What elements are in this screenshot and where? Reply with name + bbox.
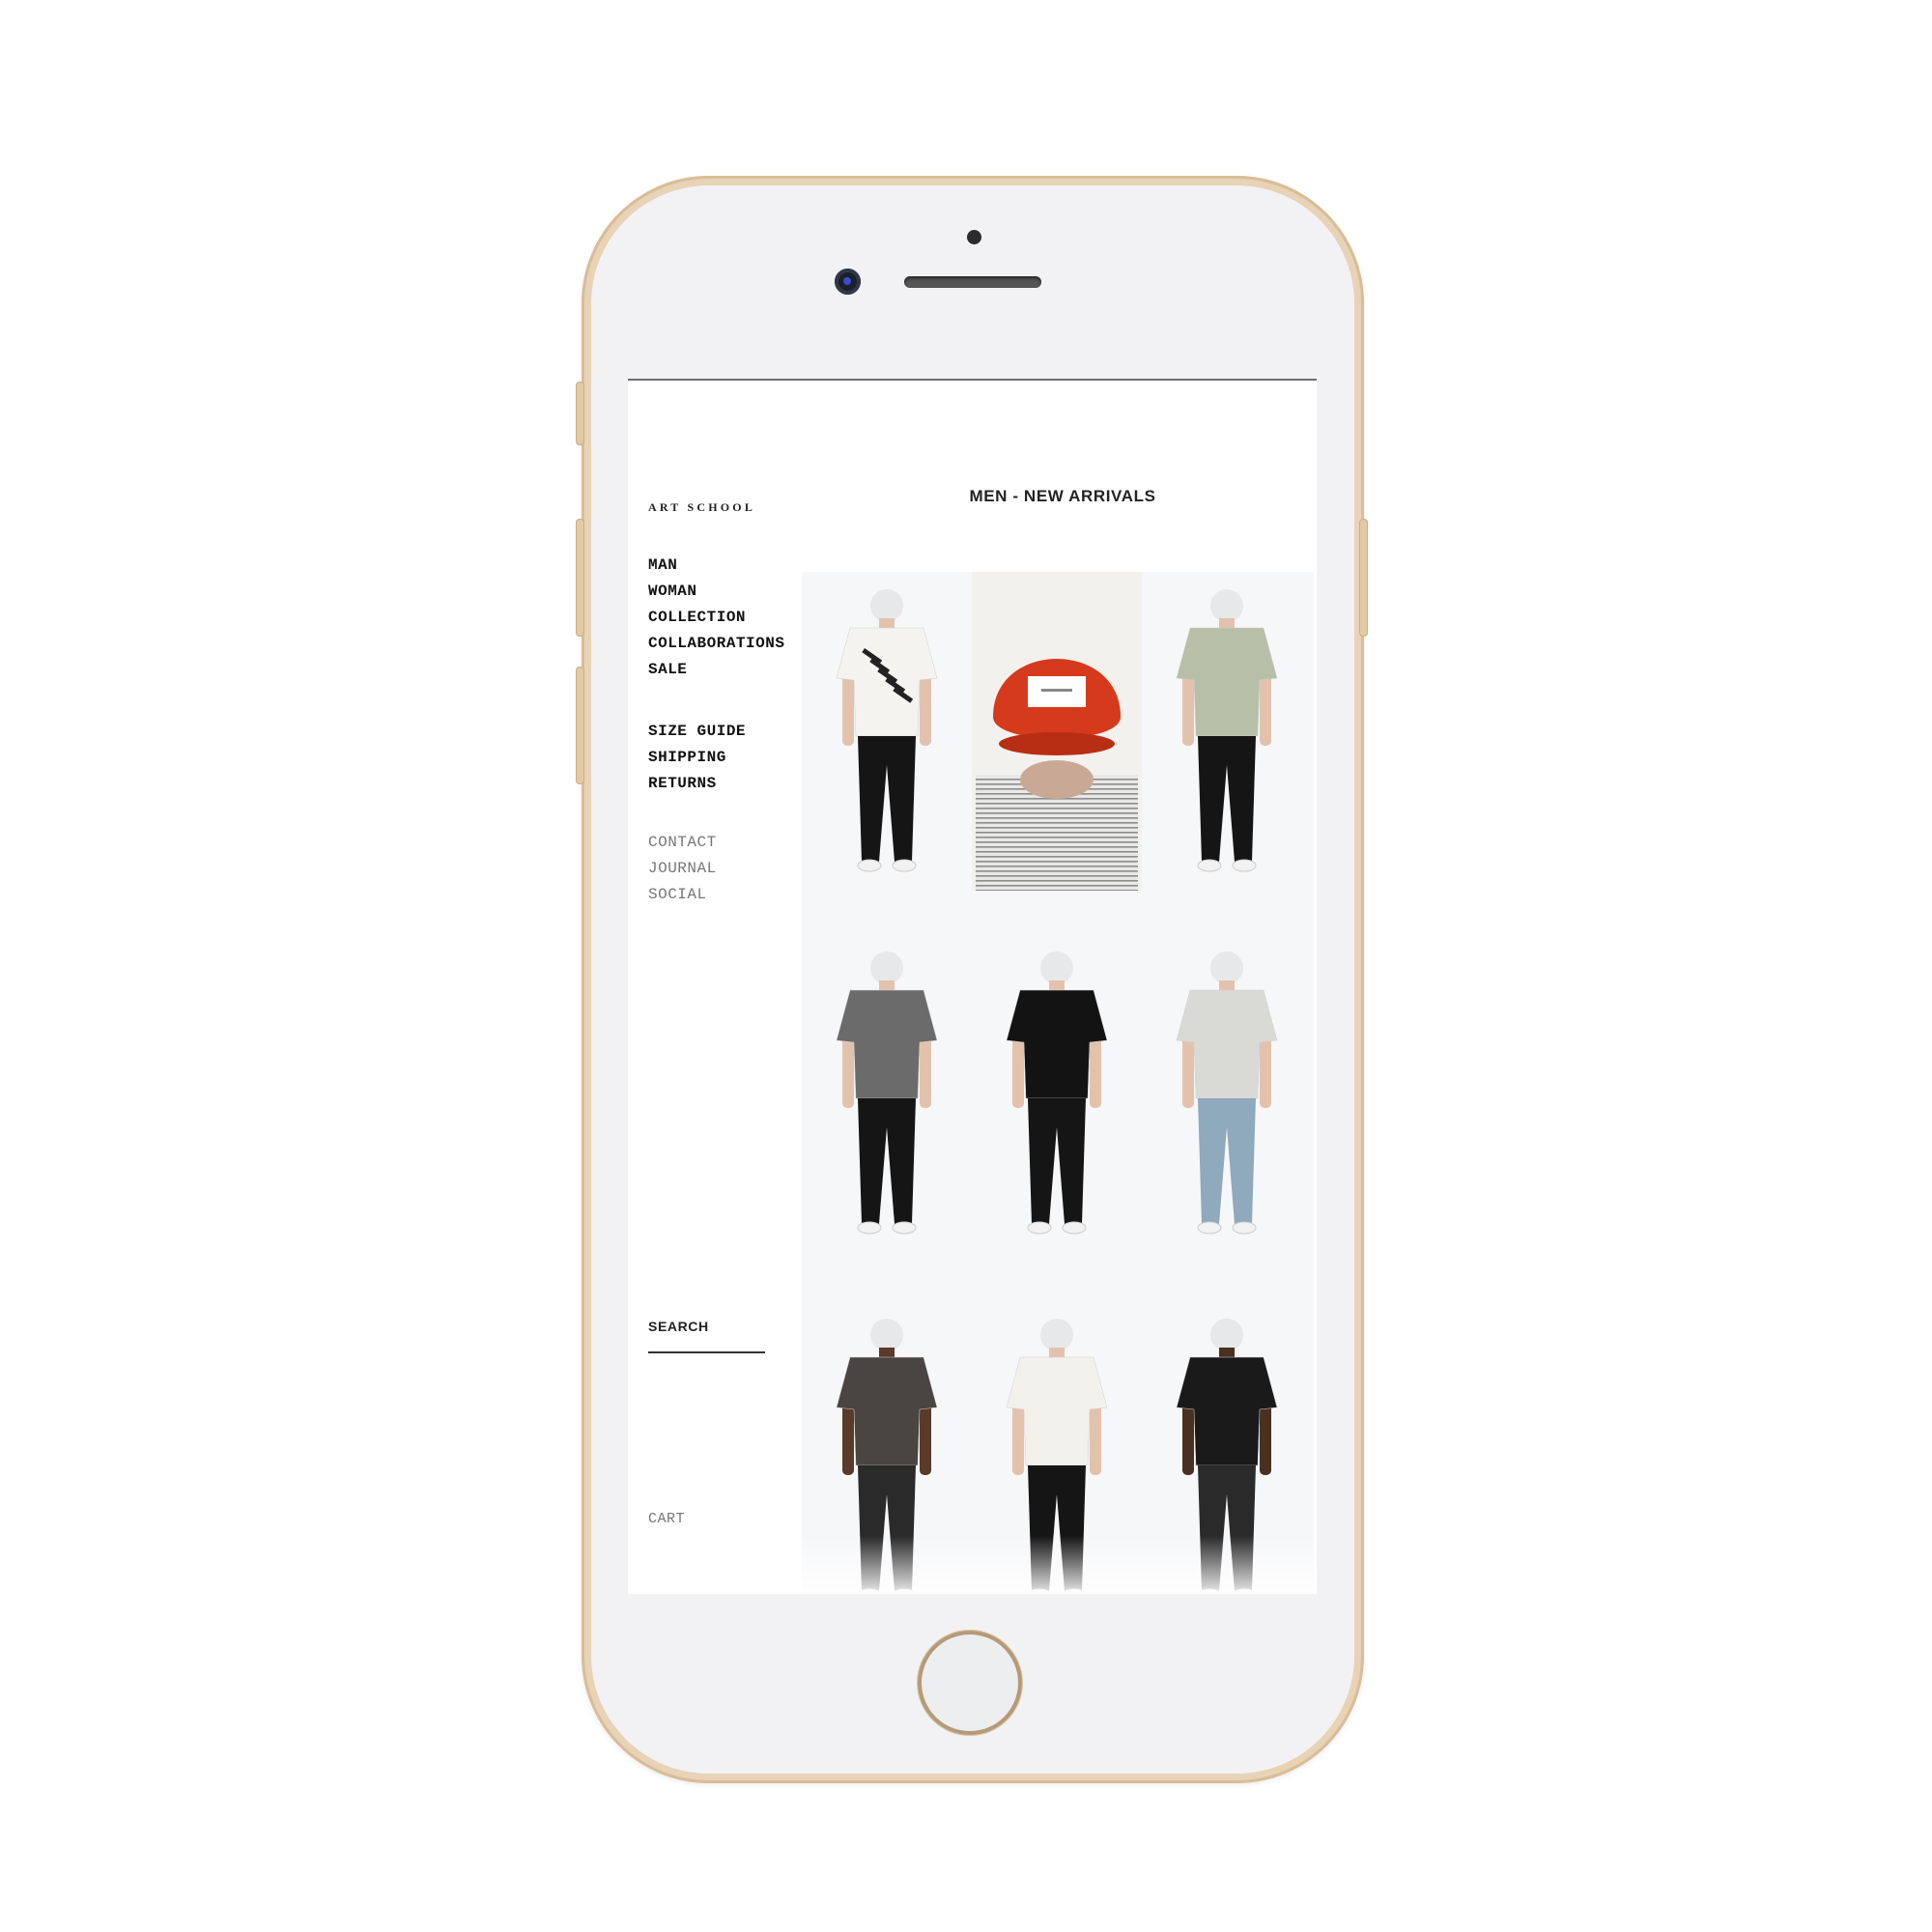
product-image <box>1176 952 1278 1235</box>
product-tile[interactable] <box>972 934 1142 1253</box>
front-camera-icon <box>835 269 861 295</box>
volume-up-button <box>576 519 584 637</box>
mute-switch <box>576 382 584 445</box>
product-tile[interactable] <box>972 572 1142 930</box>
product-image <box>1176 1319 1278 1594</box>
nav-item-social[interactable]: SOCIAL <box>648 882 717 908</box>
product-tile[interactable] <box>802 934 972 1253</box>
search-field[interactable]: SEARCH <box>648 1319 765 1353</box>
home-button[interactable] <box>918 1631 1022 1735</box>
product-tile[interactable] <box>1142 934 1312 1253</box>
earpiece-speaker <box>904 276 1041 288</box>
search-underline <box>648 1351 765 1353</box>
nav-item-shipping[interactable]: SHIPPING <box>648 745 746 771</box>
nav-item-collection[interactable]: COLLECTION <box>648 605 784 631</box>
nav-item-journal[interactable]: JOURNAL <box>648 856 717 882</box>
product-tile[interactable] <box>802 572 972 891</box>
product-image <box>836 589 938 872</box>
page-title: MEN - NEW ARRIVALS <box>969 487 1156 505</box>
cart-link[interactable]: CART <box>648 1511 685 1527</box>
product-image <box>1006 952 1108 1235</box>
secondary-nav: CONTACT JOURNAL SOCIAL <box>648 830 717 908</box>
nav-item-collaborations[interactable]: COLLABORATIONS <box>648 631 784 657</box>
product-image <box>836 952 938 1235</box>
product-grid <box>802 572 1314 1594</box>
product-image <box>1176 589 1278 872</box>
nav-item-man[interactable]: MAN <box>648 553 784 579</box>
screen: ART SCHOOL MEN - NEW ARRIVALS MAN WOMAN … <box>628 379 1317 1594</box>
product-image <box>836 1319 938 1594</box>
product-image <box>972 572 1142 930</box>
product-tile[interactable] <box>802 1301 972 1594</box>
info-nav: SIZE GUIDE SHIPPING RETURNS <box>648 719 746 797</box>
volume-down-button <box>576 667 584 784</box>
nav-item-contact[interactable]: CONTACT <box>648 830 717 856</box>
nav-item-size-guide[interactable]: SIZE GUIDE <box>648 719 746 745</box>
primary-nav: MAN WOMAN COLLECTION COLLABORATIONS SALE <box>648 553 784 683</box>
product-tile[interactable] <box>1142 572 1312 891</box>
product-image <box>1006 1319 1108 1594</box>
site-logo[interactable]: ART SCHOOL <box>648 500 755 515</box>
search-label: SEARCH <box>648 1319 709 1334</box>
power-button <box>1359 519 1368 637</box>
nav-item-returns[interactable]: RETURNS <box>648 771 746 797</box>
proximity-sensor <box>967 230 981 244</box>
nav-item-sale[interactable]: SALE <box>648 657 784 683</box>
product-tile[interactable] <box>972 1301 1142 1594</box>
nav-item-woman[interactable]: WOMAN <box>648 579 784 605</box>
product-tile[interactable] <box>1142 1301 1312 1594</box>
